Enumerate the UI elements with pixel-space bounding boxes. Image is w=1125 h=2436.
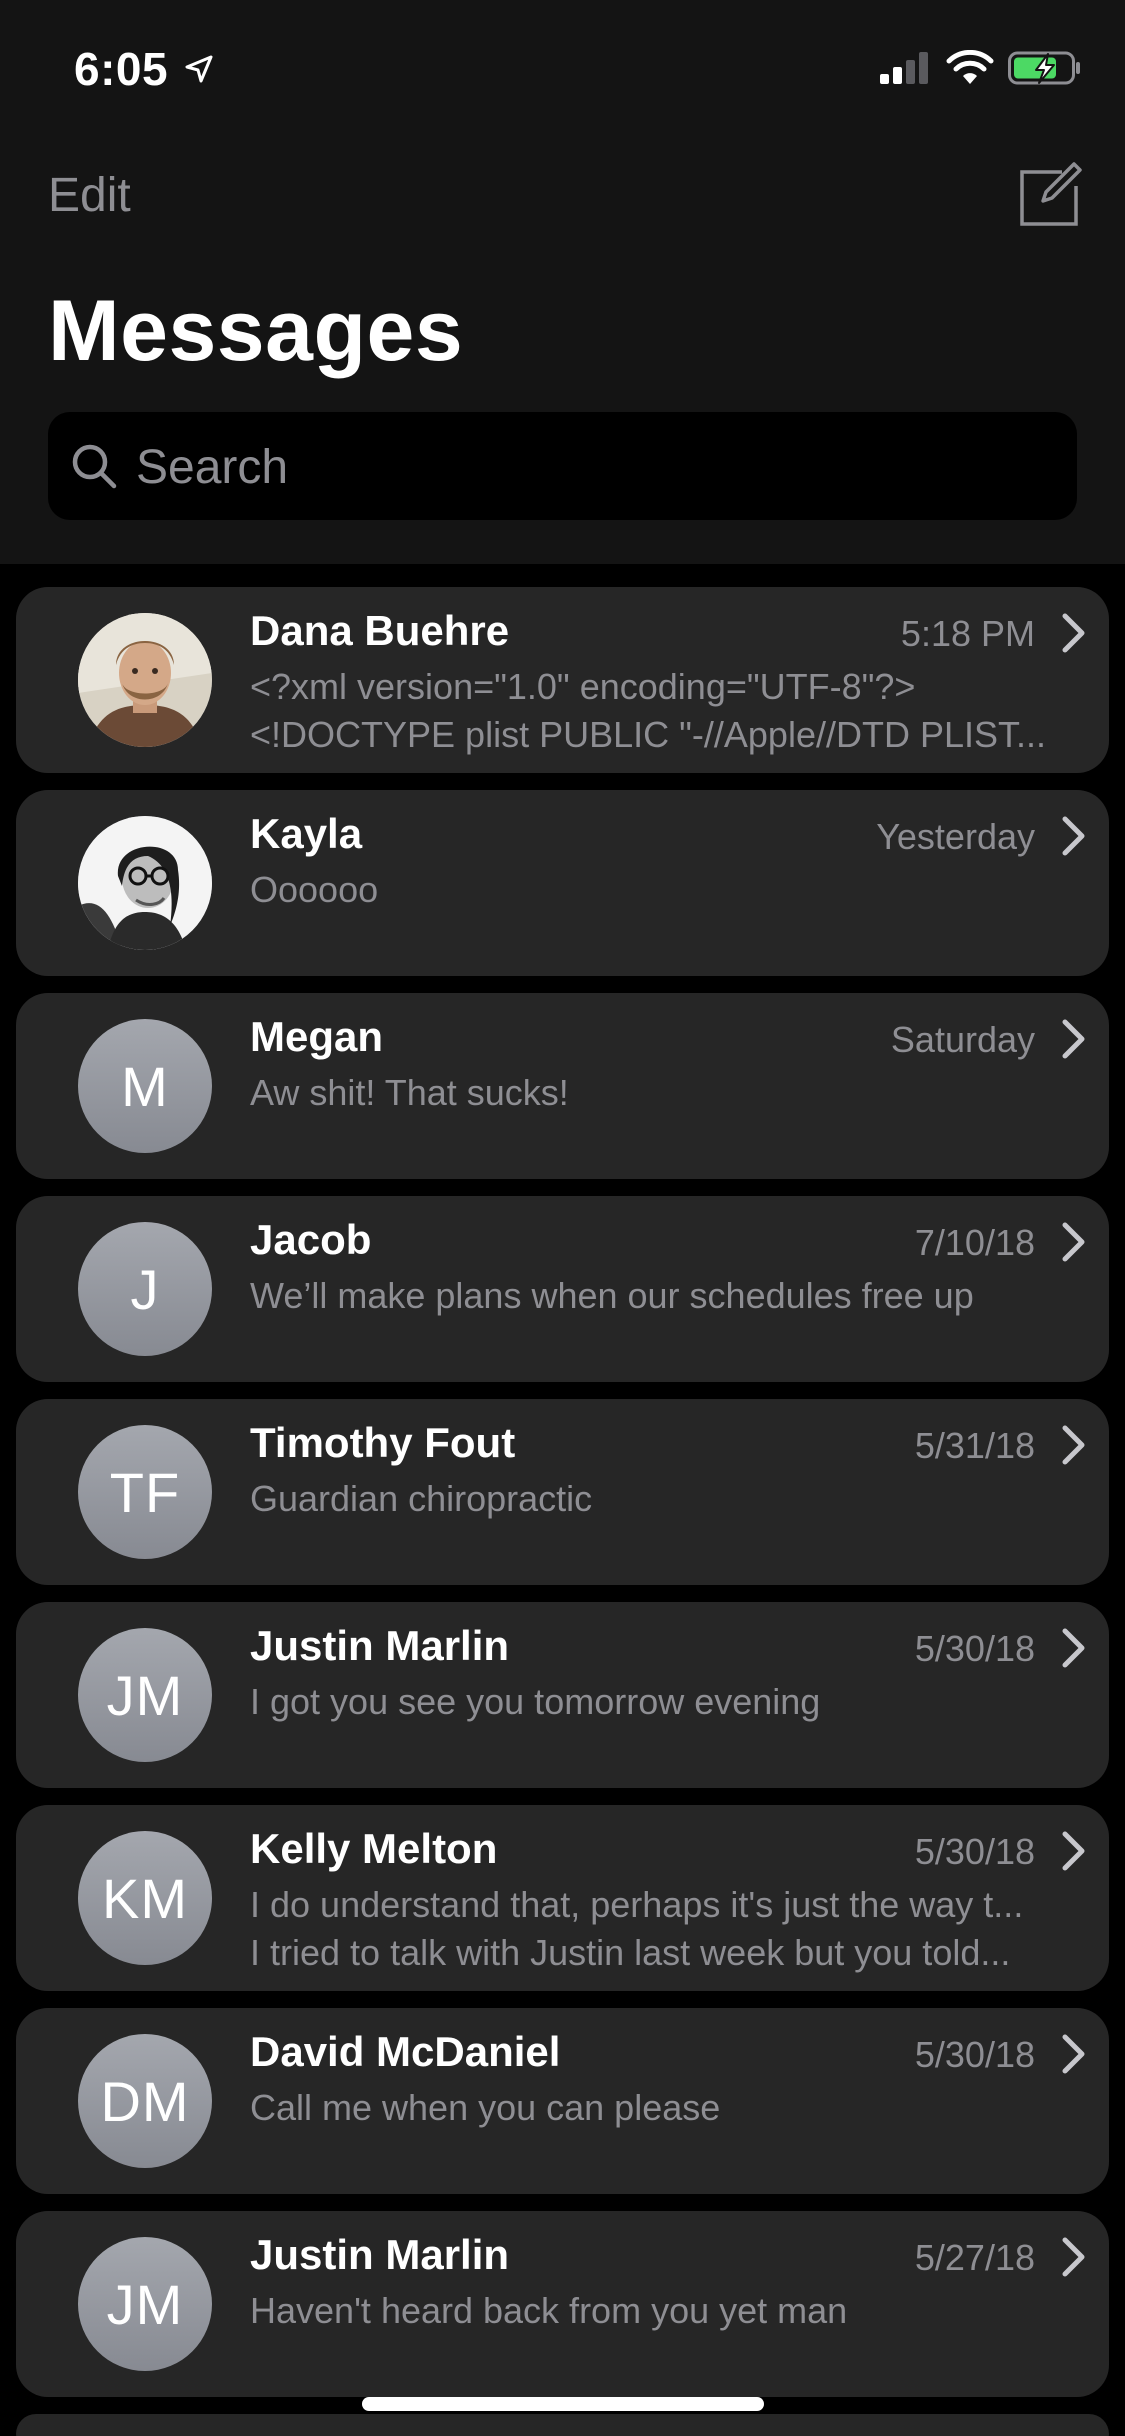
avatar-photo — [78, 816, 212, 950]
message-preview: Aw shit! That sucks! — [250, 1072, 569, 1113]
message-preview: Oooooo — [250, 869, 379, 910]
avatar-initials-text: KM — [102, 1866, 188, 1930]
message-preview: I do understand that, perhaps it's just … — [250, 1884, 1024, 1925]
avatar-initials: KM — [78, 1831, 212, 1965]
conversation-row-partial[interactable] — [16, 2414, 1109, 2436]
status-bar: 6:05 — [0, 0, 1125, 132]
avatar-initials-text: J — [130, 1257, 160, 1321]
chevron-right-icon — [1062, 1628, 1085, 1668]
conversation-row[interactable]: M Megan Saturday Aw shit! That sucks! — [16, 993, 1109, 1179]
conversation-row[interactable]: DM David McDaniel 5/30/18 Call me when y… — [16, 2008, 1109, 2194]
conversation-row[interactable]: JM Justin Marlin 5/27/18 Haven't heard b… — [16, 2211, 1109, 2397]
chevron-right-icon — [1062, 1425, 1085, 1465]
avatar-initials: JM — [78, 1628, 212, 1762]
location-arrow-icon — [185, 55, 213, 83]
message-timestamp: 7/10/18 — [914, 1222, 1035, 1263]
search-field[interactable]: Search — [48, 412, 1077, 520]
message-preview: I got you see you tomorrow evening — [250, 1681, 821, 1722]
contact-name: Jacob — [250, 1216, 372, 1263]
conversation-row[interactable]: TF Timothy Fout 5/31/18 Guardian chiropr… — [16, 1399, 1109, 1585]
home-indicator[interactable] — [362, 2397, 764, 2411]
message-timestamp: 5/30/18 — [914, 2034, 1035, 2075]
message-preview: Call me when you can please — [250, 2087, 721, 2128]
message-preview: We’ll make plans when our schedules free… — [250, 1275, 974, 1316]
contact-name: David McDaniel — [250, 2028, 561, 2075]
avatar-initials-text: TF — [109, 1460, 181, 1524]
conversation-row[interactable]: Dana Buehre 5:18 PM <?xml version="1.0" … — [16, 587, 1109, 773]
contact-name: Kayla — [250, 810, 363, 857]
message-timestamp: 5/27/18 — [914, 2237, 1035, 2278]
cellular-signal-icon — [880, 52, 928, 84]
avatar-initials: TF — [78, 1425, 212, 1559]
chevron-right-icon — [1062, 1019, 1085, 1059]
message-timestamp: Yesterday — [876, 816, 1035, 857]
avatar-initials-text: JM — [106, 1663, 184, 1727]
page-title: Messages — [48, 283, 464, 379]
compose-icon[interactable] — [1014, 160, 1084, 230]
chevron-right-icon — [1062, 2237, 1085, 2277]
chevron-right-icon — [1062, 1222, 1085, 1262]
battery-charging-icon — [1008, 51, 1080, 85]
conversation-row[interactable]: Kayla Yesterday Oooooo — [16, 790, 1109, 976]
edit-button[interactable]: Edit — [48, 168, 131, 223]
search-placeholder: Search — [136, 441, 289, 494]
message-preview: Guardian chiropractic — [250, 1478, 593, 1519]
contact-name: Dana Buehre — [250, 607, 510, 654]
search-icon — [72, 444, 117, 489]
wifi-icon — [946, 50, 994, 84]
avatar-initials-text: M — [121, 1054, 169, 1118]
message-preview: Haven't heard back from you yet man — [250, 2290, 848, 2331]
avatar-initials: J — [78, 1222, 212, 1356]
chevron-right-icon — [1062, 613, 1085, 653]
avatar-photo — [78, 613, 212, 747]
contact-name: Justin Marlin — [250, 2231, 510, 2278]
avatar-initials: DM — [78, 2034, 212, 2168]
avatar-initials-text: DM — [100, 2069, 190, 2133]
message-timestamp: 5/30/18 — [914, 1628, 1035, 1669]
chevron-right-icon — [1062, 1831, 1085, 1871]
conversation-row[interactable]: J Jacob 7/10/18 We’ll make plans when ou… — [16, 1196, 1109, 1382]
chevron-right-icon — [1062, 816, 1085, 856]
status-time: 6:05 — [74, 43, 169, 95]
avatar-initials: M — [78, 1019, 212, 1153]
message-preview: <!DOCTYPE plist PUBLIC "-//Apple//DTD PL… — [250, 714, 1047, 755]
chevron-right-icon — [1062, 2034, 1085, 2074]
message-timestamp: 5/30/18 — [914, 1831, 1035, 1872]
header: 6:05 Edit Messages Search — [0, 0, 1125, 564]
message-timestamp: 5:18 PM — [900, 613, 1035, 654]
conversation-row[interactable]: JM Justin Marlin 5/30/18 I got you see y… — [16, 1602, 1109, 1788]
message-preview: <?xml version="1.0" encoding="UTF-8"?> — [250, 666, 916, 707]
message-timestamp: 5/31/18 — [914, 1425, 1035, 1466]
avatar-initials-text: JM — [106, 2272, 184, 2336]
contact-name: Kelly Melton — [250, 1825, 498, 1872]
conversation-row[interactable]: KM Kelly Melton 5/30/18 I do understand … — [16, 1805, 1109, 1991]
contact-name: Timothy Fout — [250, 1419, 516, 1466]
contact-name: Megan — [250, 1013, 384, 1060]
message-timestamp: Saturday — [890, 1019, 1035, 1060]
contact-name: Justin Marlin — [250, 1622, 510, 1669]
message-preview: I tried to talk with Justin last week bu… — [250, 1932, 1011, 1973]
avatar-initials: JM — [78, 2237, 212, 2371]
